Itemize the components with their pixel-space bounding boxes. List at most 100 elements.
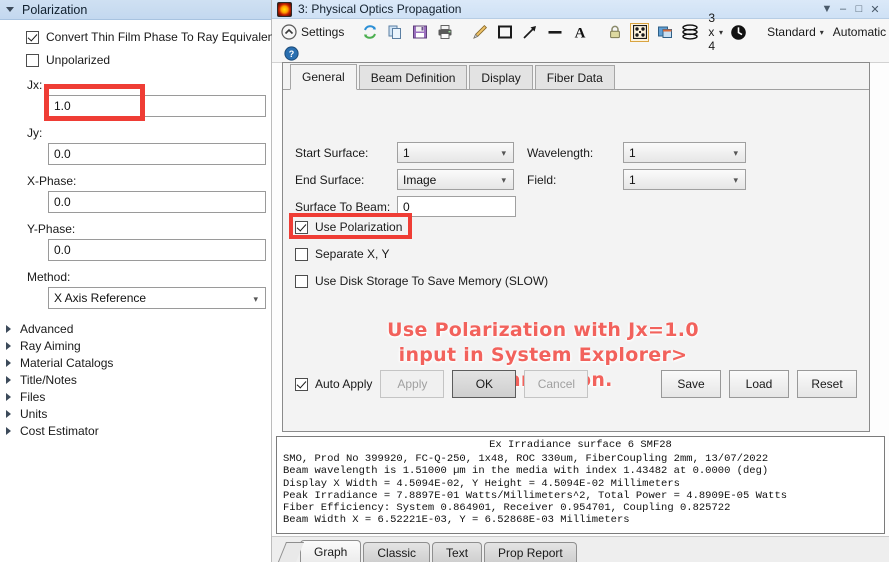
triangle-right-icon[interactable] [6, 426, 11, 435]
checkbox-box-auto-apply[interactable] [295, 377, 308, 391]
checkbox-unpolarized[interactable]: Unpolarized [0, 53, 271, 67]
sidebar-item-files[interactable]: Files [0, 388, 271, 405]
copy-button[interactable] [384, 22, 405, 42]
triangle-right-icon[interactable] [6, 409, 11, 418]
collapse-icon[interactable] [279, 23, 298, 42]
tab-fiber-data[interactable]: Fiber Data [534, 65, 615, 89]
system-explorer-panel: Polarization Convert Thin Film Phase To … [0, 0, 278, 562]
checkbox-separate-xy[interactable]: Separate X, Y [295, 247, 390, 261]
checkbox-use-disk-storage[interactable]: Use Disk Storage To Save Memory (SLOW) [295, 274, 548, 288]
checkbox-auto-apply[interactable]: Auto Apply [295, 377, 372, 391]
triangle-right-icon[interactable] [6, 392, 11, 401]
chevron-down-icon[interactable]: ▾ [733, 149, 738, 158]
tab-prop-report[interactable]: Prop Report [484, 542, 577, 562]
text-button[interactable]: A [569, 22, 590, 42]
checkbox-box-convert-thin-film[interactable] [26, 30, 39, 44]
refresh-icon[interactable] [360, 23, 379, 42]
chevron-down-icon[interactable]: ▾ [820, 28, 824, 37]
input-jx[interactable]: 1.0 [48, 95, 266, 117]
refresh-button[interactable] [359, 22, 380, 42]
rectangle-icon[interactable] [495, 23, 514, 42]
window-close-button[interactable]: ✕ [867, 3, 883, 16]
select-start-surface[interactable]: 1 ▾ [397, 142, 514, 163]
ok-button[interactable]: OK [452, 370, 517, 398]
select-end-surface[interactable]: Image ▾ [397, 169, 514, 190]
pencil-icon[interactable] [470, 23, 489, 42]
standard-dropdown[interactable]: Standard ▾ [763, 22, 825, 42]
tab-general[interactable]: General [290, 64, 357, 90]
cancel-button[interactable]: Cancel [524, 370, 589, 398]
layers-icon[interactable] [680, 23, 699, 42]
triangle-right-icon[interactable] [6, 341, 11, 350]
input-y-phase[interactable]: 0.0 [48, 239, 266, 261]
text-icon[interactable]: A [570, 23, 589, 42]
layers-button[interactable] [679, 22, 700, 42]
settings-button[interactable]: Settings [278, 22, 345, 42]
tab-classic[interactable]: Classic [363, 542, 431, 562]
save-settings-button[interactable]: Save [661, 370, 721, 398]
polarization-section-header[interactable]: Polarization [0, 0, 271, 20]
apply-button[interactable]: Apply [380, 370, 445, 398]
reset-settings-button[interactable]: Reset [797, 370, 857, 398]
checkbox-convert-thin-film[interactable]: Convert Thin Film Phase To Ray Equivalen… [0, 30, 278, 44]
select-wavelength[interactable]: 1 ▾ [623, 142, 746, 163]
window-minimize-button[interactable]: – [835, 3, 851, 15]
tab-graph[interactable]: Graph [300, 540, 362, 562]
arrow-icon[interactable] [520, 23, 539, 42]
clock-icon[interactable] [729, 23, 748, 42]
window-maximize-button[interactable]: □ [851, 3, 867, 15]
chevron-down-icon[interactable]: ▾ [501, 176, 506, 185]
window-clone-button[interactable] [654, 22, 675, 42]
triangle-down-icon[interactable] [6, 7, 14, 12]
sidebar-item-advanced[interactable]: Advanced [0, 320, 271, 337]
pencil-button[interactable] [469, 22, 490, 42]
input-surface-to-beam[interactable]: 0 [397, 196, 516, 217]
triangle-right-icon[interactable] [6, 324, 11, 333]
arrow-button[interactable] [519, 22, 540, 42]
window-icon[interactable] [655, 23, 674, 42]
checkbox-box-unpolarized[interactable] [26, 53, 39, 67]
chevron-down-icon[interactable]: ▾ [501, 149, 506, 158]
grid-size-dropdown[interactable]: 3 x 4 ▾ [704, 11, 724, 53]
copy-icon[interactable] [385, 23, 404, 42]
rectangle-button[interactable] [494, 22, 515, 42]
lock-icon[interactable] [605, 23, 624, 42]
sidebar-item-material-catalogs[interactable]: Material Catalogs [0, 354, 271, 371]
select-field[interactable]: 1 ▾ [623, 169, 746, 190]
crosshair-button[interactable] [629, 22, 650, 42]
input-x-phase[interactable]: 0.0 [48, 191, 266, 213]
checkbox-box-use-disk-storage[interactable] [295, 274, 308, 288]
chevron-down-icon[interactable]: ▾ [253, 295, 258, 304]
tab-display[interactable]: Display [469, 65, 533, 89]
window-title-text: 3: Physical Optics Propagation [298, 2, 462, 16]
triangle-right-icon[interactable] [6, 375, 11, 384]
print-icon[interactable] [435, 23, 454, 42]
input-jy[interactable]: 0.0 [48, 143, 266, 165]
sidebar-item-ray-aiming[interactable]: Ray Aiming [0, 337, 271, 354]
checkbox-box-use-polarization[interactable] [295, 220, 308, 234]
chevron-down-icon[interactable]: ▾ [719, 28, 723, 37]
window-dropdown-button[interactable]: ▼ [819, 3, 835, 15]
sidebar-item-cost-estimator[interactable]: Cost Estimator [0, 422, 271, 439]
crosshair-icon[interactable] [630, 22, 650, 42]
lock-button[interactable] [604, 22, 625, 42]
help-icon[interactable]: ? [282, 44, 301, 63]
load-settings-button[interactable]: Load [729, 370, 789, 398]
select-method[interactable]: X Axis Reference ▾ [48, 287, 266, 309]
sidebar-item-title-notes[interactable]: Title/Notes [0, 371, 271, 388]
clock-button[interactable] [728, 22, 749, 42]
line-icon[interactable] [545, 23, 564, 42]
help-button[interactable]: ? [281, 43, 302, 63]
tab-beam-definition[interactable]: Beam Definition [358, 65, 468, 89]
checkbox-box-separate-xy[interactable] [295, 247, 308, 261]
tab-text[interactable]: Text [432, 542, 483, 562]
line-button[interactable] [544, 22, 565, 42]
automatic-dropdown[interactable]: Automatic ▾ [829, 22, 889, 42]
checkbox-use-polarization[interactable]: Use Polarization [295, 220, 402, 234]
chevron-down-icon[interactable]: ▾ [733, 176, 738, 185]
sidebar-item-units[interactable]: Units [0, 405, 271, 422]
save-icon[interactable] [410, 23, 429, 42]
save-button[interactable] [409, 22, 430, 42]
triangle-right-icon[interactable] [6, 358, 11, 367]
print-button[interactable] [434, 22, 455, 42]
